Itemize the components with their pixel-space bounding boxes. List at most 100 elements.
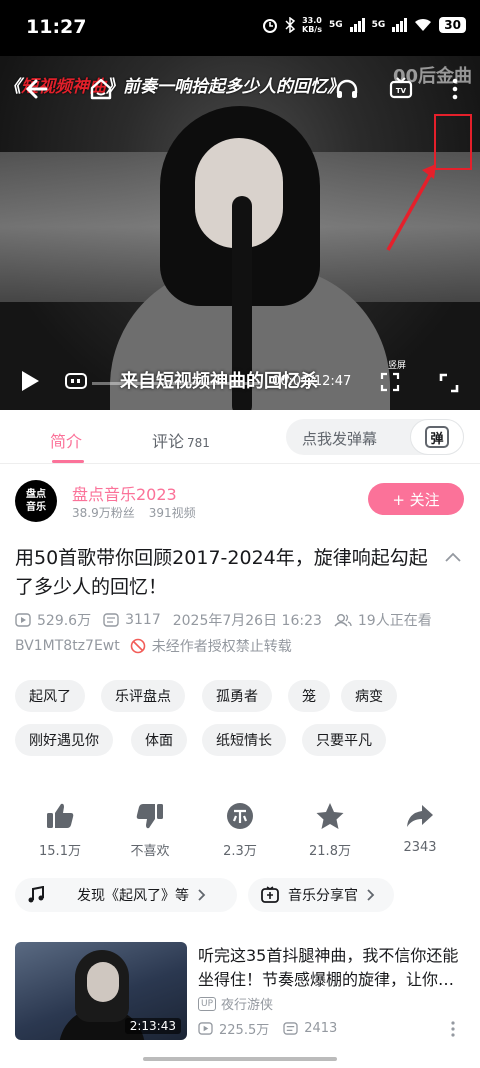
music-discover-label: 发现《起风了》等 xyxy=(77,888,189,904)
more-vertical-icon[interactable] xyxy=(449,1020,457,1038)
recommended-stats: 225.5万 2413 xyxy=(198,1019,337,1038)
video-meta-secondary: BV1MT8tz7Ewt 未经作者授权禁止转载 xyxy=(15,636,292,656)
coin-icon xyxy=(227,803,253,829)
music-share-officer-pill[interactable]: 音乐分享官 xyxy=(248,878,394,912)
recommended-uploader: UP 夜行游侠 xyxy=(198,994,273,1013)
danmaku-count-icon xyxy=(283,1022,298,1035)
watching-people-icon xyxy=(334,614,352,627)
recommended-danmaku: 2413 xyxy=(304,1021,338,1036)
tag-item[interactable]: 刚好遇见你 xyxy=(15,724,113,756)
recommended-video-title[interactable]: 听完这35首抖腿神曲，我不信你还能坐得住！节奏感爆棚的旋律，让你忍不住摇摆 xyxy=(198,944,468,992)
tag-item[interactable]: 只要平凡 xyxy=(302,724,386,756)
tag-item[interactable]: 笼 xyxy=(288,680,330,712)
more-options-button[interactable] xyxy=(438,72,472,106)
svg-text:TV: TV xyxy=(396,87,407,95)
coin-button[interactable]: 2.3万 xyxy=(204,798,276,859)
star-icon xyxy=(316,803,344,829)
wifi-icon xyxy=(415,18,432,31)
video-player[interactable]: 《短视频神曲》前奏一响拾起多少人的回忆》 00后金曲 TV 来自短视频神曲的回忆… xyxy=(0,56,480,410)
up-badge: UP xyxy=(198,996,217,1011)
tag-item[interactable]: 体面 xyxy=(131,724,187,756)
tag-item[interactable]: 病变 xyxy=(341,680,397,712)
back-button[interactable] xyxy=(20,72,54,106)
fullscreen-icon xyxy=(439,373,459,393)
cast-tv-button[interactable]: TV xyxy=(384,72,418,106)
home-icon xyxy=(90,78,112,100)
chevron-up-icon[interactable] xyxy=(443,548,463,568)
network-type-1: 5G xyxy=(328,20,343,30)
thumbs-up-icon xyxy=(47,803,74,828)
uploader-name[interactable]: 盘点音乐2023 xyxy=(72,481,177,505)
danmaku-placeholder: 点我发弹幕 xyxy=(302,430,378,448)
more-vertical-icon xyxy=(452,78,458,100)
tab-active-indicator xyxy=(52,460,84,463)
uploader-fans: 38.9万粉丝 xyxy=(72,506,135,520)
alarm-icon xyxy=(263,19,277,33)
bvid[interactable]: BV1MT8tz7Ewt xyxy=(15,638,120,654)
tab-comments-label: 评论 xyxy=(152,432,185,451)
video-meta: 529.6万 3117 2025年7月26日 16:23 19人正在看 xyxy=(15,610,432,630)
dislike-button[interactable]: 不喜欢 xyxy=(114,798,186,859)
net-speed: 33.0 KB/s xyxy=(302,16,322,34)
like-count: 15.1万 xyxy=(39,844,81,859)
share-button[interactable]: 2343 xyxy=(384,798,456,855)
music-share-officer-label: 音乐分享官 xyxy=(288,888,358,904)
tab-comments[interactable]: 评论 781 xyxy=(152,428,210,452)
music-discover-pill[interactable]: 发现《起风了》等 xyxy=(15,878,237,912)
signal-icon-1 xyxy=(349,18,365,32)
chevron-right-icon xyxy=(198,889,206,901)
tag-item[interactable]: 纸短情长 xyxy=(202,724,286,756)
uploader-stats: 38.9万粉丝 391视频 xyxy=(72,504,210,521)
favorite-button[interactable]: 21.8万 xyxy=(294,798,366,859)
watching-count: 19人正在看 xyxy=(357,613,432,629)
recommended-video-thumbnail[interactable]: 2:13:43 xyxy=(15,942,187,1040)
share-icon xyxy=(407,805,433,827)
play-count-icon xyxy=(15,613,31,627)
recommended-uploader-name: 夜行游侠 xyxy=(221,998,274,1013)
tag-item[interactable]: 乐评盘点 xyxy=(101,680,185,712)
uploader-avatar[interactable]: 盘点 音乐 xyxy=(15,480,57,522)
status-time: 11:27 xyxy=(26,16,87,38)
recommended-duration: 2:13:43 xyxy=(124,1018,181,1034)
listen-mode-button[interactable] xyxy=(330,72,364,106)
headphones-icon xyxy=(336,79,358,98)
play-button[interactable] xyxy=(14,366,44,396)
danmaku-switch-icon: 弹 xyxy=(425,426,449,448)
prohibited-icon xyxy=(130,638,146,654)
music-note-icon xyxy=(28,886,44,903)
fullscreen-button[interactable] xyxy=(434,368,464,398)
signal-icon-2 xyxy=(392,18,408,32)
thumbnail-figure-face xyxy=(87,962,119,1002)
danmaku-count-icon xyxy=(103,613,119,627)
tag-item[interactable]: 孤勇者 xyxy=(202,680,272,712)
danmaku-count: 3117 xyxy=(125,612,161,628)
follow-button[interactable]: + 关注 xyxy=(368,483,464,515)
play-count-icon xyxy=(198,1022,213,1035)
battery-indicator: 30 xyxy=(439,17,466,33)
music-badge-icon xyxy=(261,886,279,903)
thumbs-down-icon xyxy=(136,804,163,829)
view-count: 529.6万 xyxy=(37,613,92,629)
uploader-videos: 391视频 xyxy=(148,506,196,520)
danmaku-icon xyxy=(65,373,87,389)
video-progress-bar[interactable] xyxy=(92,382,262,385)
video-title: 用50首歌带你回顾2017-2024年，旋律响起勾起了多少人的回忆！ xyxy=(15,547,428,598)
share-count: 2343 xyxy=(403,840,437,855)
vertical-screen-button[interactable] xyxy=(376,368,404,396)
annotation-arrow-icon xyxy=(386,164,436,251)
favorite-count: 21.8万 xyxy=(309,844,351,859)
tab-intro[interactable]: 简介 xyxy=(50,428,82,452)
network-type-2: 5G xyxy=(371,20,386,30)
coin-count: 2.3万 xyxy=(223,844,257,859)
like-button[interactable]: 15.1万 xyxy=(24,798,96,859)
danmaku-switch-button[interactable]: 弹 xyxy=(410,419,464,455)
tag-item[interactable]: 起风了 xyxy=(15,680,85,712)
home-indicator[interactable] xyxy=(143,1057,337,1061)
publish-date: 2025年7月26日 16:23 xyxy=(172,613,322,629)
status-bar: 11:27 33.0 KB/s 5G 5G 30 xyxy=(0,0,480,56)
home-button[interactable] xyxy=(84,72,118,106)
danmaku-toggle-button[interactable] xyxy=(62,368,90,394)
dislike-label: 不喜欢 xyxy=(130,844,170,859)
play-icon xyxy=(22,371,39,391)
danmaku-input[interactable]: 点我发弹幕 弹 xyxy=(286,419,464,455)
